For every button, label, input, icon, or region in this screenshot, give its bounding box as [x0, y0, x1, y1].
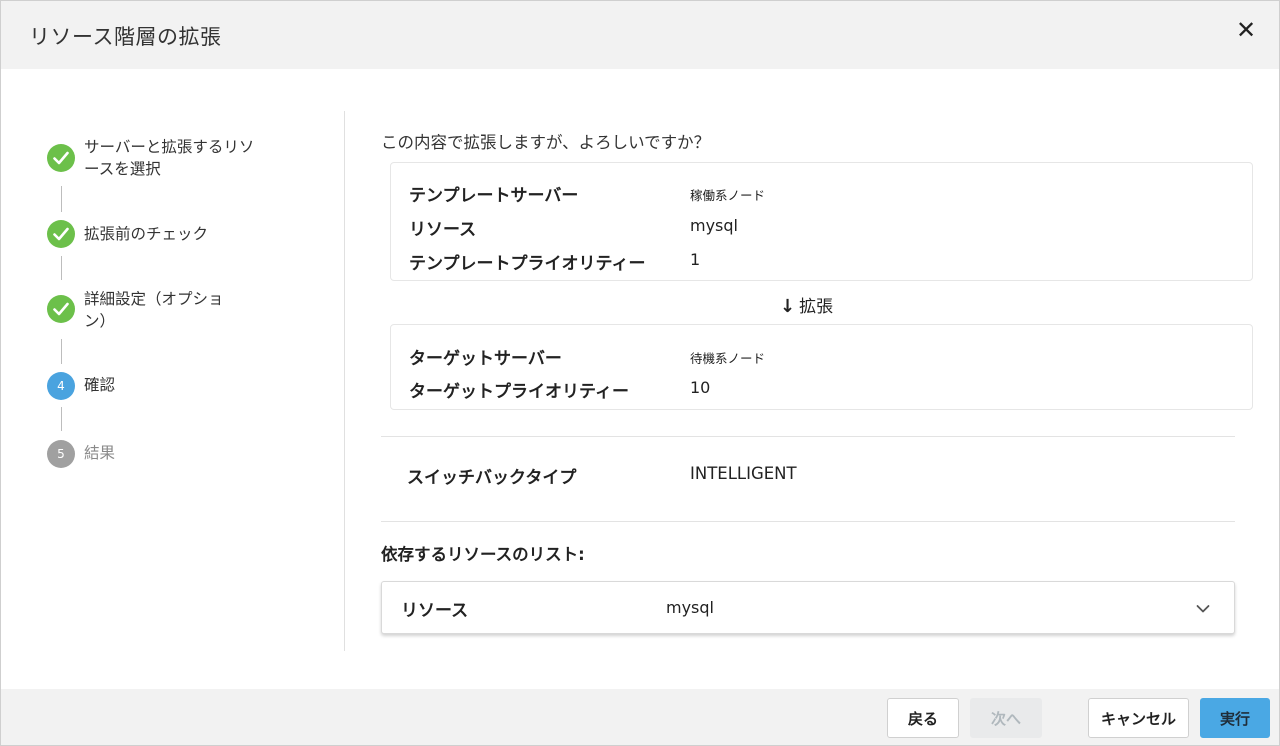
- step-number-badge: 4: [47, 372, 75, 400]
- template-card: テンプレートサーバー 稼働系ノード リソース mysql テンプレートプライオリ…: [390, 162, 1253, 281]
- check-icon: [47, 295, 75, 323]
- step-label: 詳細設定（オプション）: [84, 290, 224, 330]
- target-card: ターゲットサーバー 待機系ノード ターゲットプライオリティー 10: [390, 324, 1253, 410]
- dialog-header: リソース階層の拡張 ✕: [1, 1, 1279, 69]
- dependent-resource-label: リソース: [401, 601, 469, 621]
- target-priority-value: 10: [690, 378, 711, 397]
- panel-divider: [344, 111, 345, 651]
- dependent-resources-title: 依存するリソースのリスト:: [381, 545, 585, 564]
- back-button[interactable]: 戻る: [887, 698, 959, 738]
- cancel-button[interactable]: キャンセル: [1088, 698, 1189, 738]
- template-resource-label: リソース: [409, 220, 477, 240]
- template-server-row: テンプレートサーバー 稼働系ノード: [409, 181, 1229, 206]
- target-priority-label: ターゲットプライオリティー: [409, 382, 629, 402]
- step-connector: [61, 186, 62, 212]
- next-button[interactable]: 次へ: [970, 698, 1042, 738]
- expand-indicator: ↓ 拡張: [780, 292, 833, 317]
- target-server-row: ターゲットサーバー 待機系ノード: [409, 344, 1229, 369]
- chevron-down-icon[interactable]: [1196, 599, 1210, 618]
- check-icon: [47, 220, 75, 248]
- template-priority-row: テンプレートプライオリティー 1: [409, 249, 1229, 274]
- template-priority-value: 1: [690, 250, 701, 269]
- step-label: 拡張前のチェック: [84, 225, 209, 243]
- step-label: サーバーと拡張するリソースを選択: [84, 138, 255, 178]
- expand-label: 拡張: [799, 297, 834, 317]
- template-server-value: 稼働系ノード: [690, 188, 766, 203]
- close-icon[interactable]: ✕: [1233, 15, 1259, 45]
- divider: [381, 521, 1235, 522]
- template-resource-row: リソース mysql: [409, 215, 1229, 240]
- switchback-label: スイッチバックタイプ: [407, 468, 577, 488]
- step-connector: [61, 339, 62, 364]
- arrow-down-icon: ↓: [780, 296, 796, 317]
- step-label: 確認: [84, 376, 116, 394]
- confirm-question: この内容で拡張しますが、よろしいですか？: [381, 133, 711, 152]
- dependent-resource-value: mysql: [666, 598, 714, 617]
- execute-button[interactable]: 実行: [1200, 698, 1270, 738]
- template-resource-value: mysql: [690, 216, 738, 235]
- expand-hierarchy-dialog: リソース階層の拡張 ✕ サーバーと拡張するリソースを選択 拡張前のチェック 詳細…: [0, 0, 1280, 746]
- target-server-label: ターゲットサーバー: [409, 349, 562, 369]
- dialog-title: リソース階層の拡張: [29, 25, 222, 49]
- target-priority-row: ターゲットプライオリティー 10: [409, 377, 1229, 402]
- dialog-footer: 戻る 次へ キャンセル 実行: [1, 689, 1279, 745]
- step-number-badge: 5: [47, 440, 75, 468]
- target-server-value: 待機系ノード: [690, 351, 766, 366]
- dependent-resource-accordion[interactable]: リソース mysql: [381, 581, 1235, 634]
- template-server-label: テンプレートサーバー: [409, 186, 579, 206]
- switchback-value: INTELLIGENT: [690, 464, 797, 483]
- wizard-stepper: サーバーと拡張するリソースを選択 拡張前のチェック 詳細設定（オプション） 4 …: [1, 69, 344, 649]
- template-priority-label: テンプレートプライオリティー: [409, 254, 646, 274]
- check-icon: [47, 144, 75, 172]
- divider: [381, 436, 1235, 437]
- step-connector: [61, 407, 62, 431]
- step-connector: [61, 256, 62, 280]
- step-label: 結果: [84, 444, 116, 462]
